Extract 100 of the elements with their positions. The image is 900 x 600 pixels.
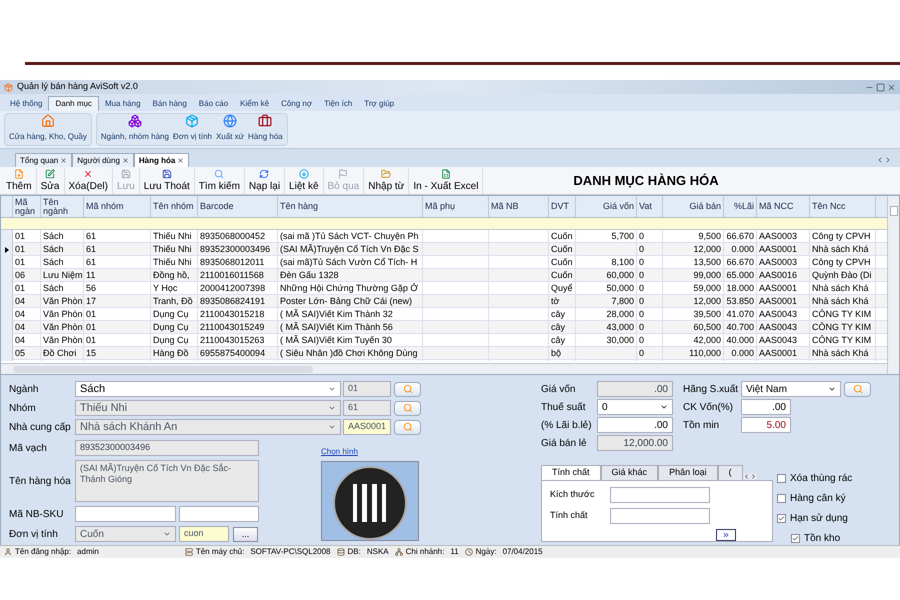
maximize-icon[interactable] [876, 82, 885, 92]
ribbon-icon [185, 114, 200, 128]
toolbar-button[interactable]: Lưu Thoát [140, 168, 195, 194]
combo-box[interactable]: Cuốn [75, 526, 176, 542]
menu-tab[interactable]: Báo cáo [192, 96, 234, 111]
search-icon [402, 422, 412, 432]
column-header[interactable]: Tên nhóm [151, 196, 198, 217]
checkbox[interactable] [777, 514, 786, 523]
toolbar-button[interactable]: Nhập từ [364, 168, 410, 194]
text-area[interactable]: (SAI MÃ)Truyện Cổ Tích Vn Đặc Sắc- Thánh Gióng [75, 460, 259, 502]
input-field[interactable]: .00 [741, 399, 791, 415]
input-field[interactable]: 12,000.00 [597, 435, 673, 451]
toolbar-button[interactable]: Thêm [2, 168, 37, 194]
field-label: Nhà cung cấp [9, 420, 72, 434]
checkbox[interactable] [777, 494, 786, 503]
column-header[interactable]: Mã NCC [757, 196, 810, 217]
scroll-left-icon[interactable] [876, 156, 884, 164]
close-icon[interactable] [60, 157, 68, 164]
input-field[interactable]: cuon [179, 526, 229, 542]
close-icon[interactable] [887, 82, 896, 92]
combo-box[interactable]: Việt Nam [741, 381, 841, 397]
toolbar-button[interactable]: Sửa [36, 168, 64, 194]
input-field[interactable] [610, 487, 710, 503]
toolbar-button[interactable]: Xóa(Del) [64, 168, 113, 194]
checkbox[interactable] [777, 474, 786, 483]
menu-tab[interactable]: Danh mục [48, 96, 99, 111]
toolbar-icon [120, 168, 131, 178]
input-field[interactable]: .00 [597, 381, 673, 397]
toolbar-icon [381, 168, 392, 178]
toolbar-button[interactable]: Tìm kiếm [194, 168, 245, 194]
search-icon [402, 403, 412, 413]
status-icon [4, 548, 12, 556]
table-cell: 110,000 [663, 347, 724, 360]
column-header[interactable]: Mã nhóm [84, 196, 151, 217]
horizontal-scrollbar[interactable] [1, 363, 887, 374]
checkbox-label: Hạn sử dụng [790, 512, 848, 526]
form-tab[interactable]: Phân loại [658, 465, 718, 480]
dropdown-icon [328, 423, 336, 431]
column-header[interactable]: Giá bán [663, 196, 724, 217]
search-button[interactable] [394, 382, 421, 396]
ribbon-button[interactable]: Hàng hóa [248, 114, 283, 143]
menu-tab[interactable]: Công nợ [275, 96, 318, 111]
page-title: DANH MỤC HÀNG HÓA [573, 172, 719, 190]
search-button[interactable] [394, 420, 421, 434]
input-field[interactable]: .00 [597, 417, 673, 433]
input-field[interactable]: 5.00 [741, 417, 791, 433]
input-field[interactable]: 89352300003496 [75, 440, 259, 456]
menu-tab[interactable]: Kiểm kê [234, 96, 276, 111]
double-arrow-icon [722, 531, 730, 539]
column-header[interactable]: %Lãi [724, 196, 757, 217]
menu-tab[interactable]: Tiện ích [318, 96, 358, 111]
scroll-right-icon[interactable] [884, 156, 892, 164]
column-header[interactable]: Tên hàng [278, 196, 423, 217]
search-button[interactable] [394, 400, 421, 416]
ribbon-icon [222, 114, 237, 128]
close-icon[interactable] [177, 157, 184, 164]
browse-button[interactable]: ... [233, 526, 258, 542]
menu-tab[interactable]: Mua hàng [98, 96, 147, 111]
toolbar-icon [14, 168, 24, 178]
input-field[interactable]: 01 [343, 381, 391, 397]
combo-box[interactable]: Sách [75, 381, 341, 397]
form-tab[interactable]: Giá khác [600, 465, 658, 480]
column-header[interactable]: Tên Ncc [810, 196, 876, 217]
ribbon-button[interactable]: Xuất xứ [216, 114, 244, 143]
ribbon-button[interactable]: Ngành, nhóm hàng [100, 114, 169, 143]
toolbar-button[interactable]: Nạp lại [244, 168, 286, 194]
column-header[interactable]: Mã ngàn [13, 196, 41, 217]
menu-tab[interactable]: Bán hàng [146, 96, 193, 111]
column-header[interactable]: Tên ngành [41, 196, 84, 217]
next-button[interactable] [716, 529, 736, 541]
column-header[interactable]: DVT [549, 196, 576, 217]
column-header[interactable]: Barcode [198, 196, 278, 217]
document-tab[interactable]: Hàng hóa [134, 153, 190, 167]
ribbon-button[interactable]: Cửa hàng, Kho, Quầy [9, 114, 87, 143]
close-icon[interactable] [122, 157, 129, 164]
menu-tab[interactable]: Trợ giúp [358, 96, 400, 111]
vertical-scrollbar[interactable] [887, 196, 899, 374]
column-header[interactable]: Giá vốn [576, 196, 637, 217]
choose-image-link[interactable]: Chọn hình [321, 446, 419, 458]
search-button[interactable] [844, 382, 871, 396]
ribbon-button[interactable]: Đơn vị tính [172, 114, 212, 143]
menu-tab[interactable]: Hệ thống [4, 96, 48, 111]
document-tab[interactable]: Tổng quan [15, 153, 72, 167]
combo-box[interactable]: 0 [597, 399, 673, 415]
toolbar-button[interactable]: In - Xuất Excel [409, 168, 484, 194]
input-field[interactable] [610, 508, 710, 524]
checkbox[interactable] [791, 534, 800, 543]
input-field[interactable] [179, 506, 259, 522]
toolbar-button[interactable]: Liệt kê [285, 168, 324, 194]
form-tab[interactable]: ( [718, 465, 743, 480]
filter-row[interactable] [1, 218, 887, 230]
status-label: Tên máy chủ: [196, 546, 244, 558]
column-header[interactable]: Vat [637, 196, 663, 217]
column-header[interactable]: Mã NB [489, 196, 549, 217]
column-header[interactable]: Mã phụ [423, 196, 489, 217]
form-tab[interactable]: Tính chất [541, 465, 601, 480]
field-label: Thuế suất [541, 400, 586, 414]
document-tab[interactable]: Người dùng [72, 153, 134, 167]
input-field[interactable] [75, 506, 176, 522]
field-label: CK Vốn(%) [683, 400, 734, 414]
